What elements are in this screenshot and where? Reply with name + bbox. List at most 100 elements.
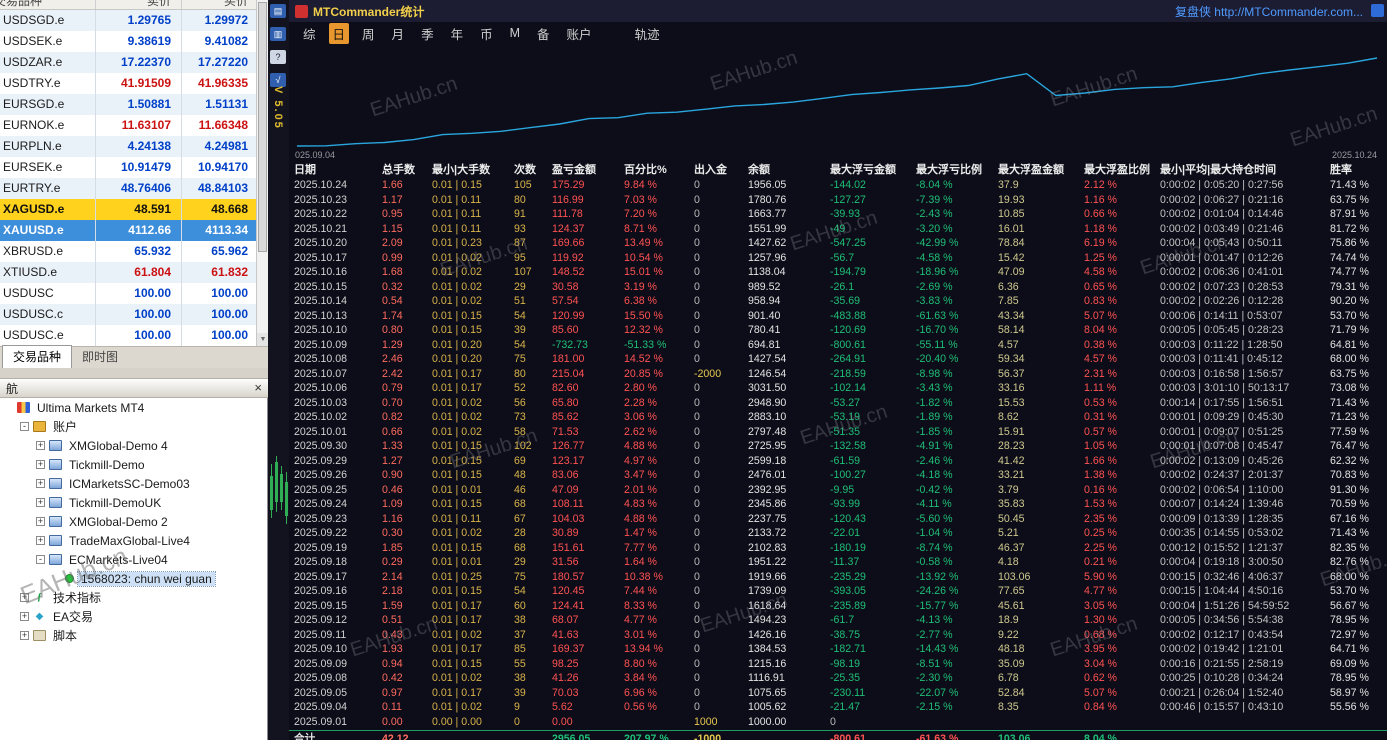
- table-row[interactable]: 2025.10.220.950.01 | 0.1191111.787.20 %0…: [289, 207, 1387, 222]
- window-list-icon[interactable]: ▤: [270, 4, 286, 18]
- table-row[interactable]: 2025.09.191.850.01 | 0.1568151.617.77 %0…: [289, 541, 1387, 556]
- collapse-icon[interactable]: -: [20, 422, 29, 431]
- table-row[interactable]: 2025.09.110.430.01 | 0.023741.633.01 %01…: [289, 628, 1387, 643]
- market-watch-row[interactable]: EURTRY.e48.7640648.84103: [0, 178, 256, 199]
- market-watch-row[interactable]: USDTRY.e41.9150941.96335: [0, 73, 256, 94]
- nav-item[interactable]: +XMGlobal-Demo 2: [0, 512, 268, 531]
- table-row[interactable]: 2025.09.291.270.01 | 0.1569123.174.97 %0…: [289, 454, 1387, 469]
- col-bid[interactable]: 卖价: [96, 0, 182, 10]
- table-row[interactable]: 2025.10.202.090.01 | 0.2387169.6613.49 %…: [289, 236, 1387, 251]
- expand-icon[interactable]: +: [36, 460, 45, 469]
- table-row[interactable]: 2025.10.072.420.01 | 0.1780215.0420.85 %…: [289, 367, 1387, 382]
- table-row[interactable]: 2025.09.241.090.01 | 0.1568108.114.83 %0…: [289, 497, 1387, 512]
- table-row[interactable]: 2025.09.260.900.01 | 0.154883.063.47 %02…: [289, 468, 1387, 483]
- market-watch-row[interactable]: XTIUSD.e61.80461.832: [0, 262, 256, 283]
- table-row[interactable]: 2025.09.120.510.01 | 0.173868.074.77 %01…: [289, 613, 1387, 628]
- market-watch-row[interactable]: EURSEK.e10.9147910.94170: [0, 157, 256, 178]
- table-row[interactable]: 2025.09.101.930.01 | 0.1785169.3713.94 %…: [289, 642, 1387, 657]
- expand-icon[interactable]: +: [20, 593, 29, 602]
- table-row[interactable]: 2025.10.211.150.01 | 0.1193124.378.71 %0…: [289, 222, 1387, 237]
- expand-icon[interactable]: +: [20, 631, 29, 640]
- market-watch-row[interactable]: USDUSC.e100.00100.00: [0, 325, 256, 346]
- table-row[interactable]: 2025.10.150.320.01 | 0.022930.583.19 %09…: [289, 280, 1387, 295]
- table-row[interactable]: 2025.10.091.290.01 | 0.2054-732.73-51.33…: [289, 338, 1387, 353]
- expand-icon[interactable]: +: [20, 612, 29, 621]
- close-icon[interactable]: ×: [254, 382, 262, 394]
- nav-item[interactable]: +XMGlobal-Demo 4: [0, 436, 268, 455]
- market-watch-row[interactable]: EURSGD.e1.508811.51131: [0, 94, 256, 115]
- menu-item-8[interactable]: M: [506, 25, 524, 41]
- nav-item[interactable]: -账户: [0, 417, 268, 436]
- nav-item[interactable]: +TradeMaxGlobal-Live4: [0, 531, 268, 550]
- table-row[interactable]: 2025.09.010.000.00 | 0.0000.0010001000.0…: [289, 715, 1387, 730]
- expand-icon[interactable]: +: [36, 479, 45, 488]
- expand-icon[interactable]: +: [36, 498, 45, 507]
- expand-icon[interactable]: +: [36, 441, 45, 450]
- window-button-icon[interactable]: [1371, 4, 1384, 17]
- market-watch-row[interactable]: USDUSC.c100.00100.00: [0, 304, 256, 325]
- menu-item-5[interactable]: 季: [417, 23, 438, 44]
- table-row[interactable]: 2025.10.140.540.01 | 0.025157.546.38 %09…: [289, 294, 1387, 309]
- table-row[interactable]: 2025.09.301.330.01 | 0.15102126.774.88 %…: [289, 439, 1387, 454]
- table-row[interactable]: 2025.09.040.110.01 | 0.0295.620.56 %0100…: [289, 700, 1387, 715]
- table-row[interactable]: 2025.10.241.660.01 | 0.15105175.299.84 %…: [289, 178, 1387, 193]
- market-watch-row[interactable]: XBRUSD.e65.93265.962: [0, 241, 256, 262]
- table-row[interactable]: 2025.09.231.160.01 | 0.1167104.034.88 %0…: [289, 512, 1387, 527]
- nav-item[interactable]: Ultima Markets MT4: [0, 398, 268, 417]
- menu-item-3[interactable]: 周: [358, 23, 379, 44]
- table-row[interactable]: 2025.10.060.790.01 | 0.175282.602.80 %03…: [289, 381, 1387, 396]
- menu-item-6[interactable]: 年: [447, 23, 468, 44]
- menu-item-7[interactable]: 币: [476, 23, 497, 44]
- menu-item-10[interactable]: 账户: [563, 23, 596, 44]
- market-watch-row[interactable]: USDZAR.e17.2237017.27220: [0, 52, 256, 73]
- table-row[interactable]: 2025.09.050.970.01 | 0.173970.036.96 %01…: [289, 686, 1387, 701]
- table-row[interactable]: 2025.10.231.170.01 | 0.1180116.997.03 %0…: [289, 193, 1387, 208]
- col-ask[interactable]: 买价: [182, 0, 256, 10]
- table-row[interactable]: 2025.09.151.590.01 | 0.1760124.418.33 %0…: [289, 599, 1387, 614]
- table-row[interactable]: 2025.09.172.140.01 | 0.2575180.5710.38 %…: [289, 570, 1387, 585]
- nav-item[interactable]: +Tickmill-Demo: [0, 455, 268, 474]
- title-bar[interactable]: MTCommander统计 复盘侠 http://MTCommander.com…: [289, 0, 1387, 22]
- nav-item[interactable]: +脚本: [0, 626, 268, 645]
- nav-item[interactable]: -ECMarkets-Live04: [0, 550, 268, 569]
- menu-item-9[interactable]: 备: [533, 23, 554, 44]
- menu-item-11[interactable]: 轨迹: [631, 23, 664, 44]
- help-icon[interactable]: ?: [270, 50, 286, 64]
- menu-item-2[interactable]: 日: [329, 23, 350, 44]
- table-row[interactable]: 2025.10.170.990.01 | 0.0295119.9210.54 %…: [289, 251, 1387, 266]
- table-row[interactable]: 2025.09.220.300.01 | 0.022830.891.47 %02…: [289, 526, 1387, 541]
- market-watch-scrollbar[interactable]: ▼: [256, 0, 268, 346]
- menu-item-4[interactable]: 月: [388, 23, 409, 44]
- equity-chart[interactable]: 025.09.04 2025.10.24: [289, 44, 1387, 162]
- market-watch-row[interactable]: USDUSC100.00100.00: [0, 283, 256, 304]
- table-row[interactable]: 2025.10.100.800.01 | 0.153985.6012.32 %0…: [289, 323, 1387, 338]
- market-watch-row[interactable]: XAUUSD.e4112.664113.34: [0, 220, 256, 241]
- table-row[interactable]: 2025.10.010.660.01 | 0.025871.532.62 %02…: [289, 425, 1387, 440]
- market-watch-row[interactable]: EURNOK.e11.6310711.66348: [0, 115, 256, 136]
- expand-icon[interactable]: +: [36, 536, 45, 545]
- table-row[interactable]: 2025.09.080.420.01 | 0.023841.263.84 %01…: [289, 671, 1387, 686]
- chart-window-icon[interactable]: ▥: [270, 27, 286, 41]
- nav-item[interactable]: +Tickmill-DemoUK: [0, 493, 268, 512]
- menu-item-1[interactable]: 综: [299, 23, 320, 44]
- nav-item[interactable]: +ICMarketsSC-Demo03: [0, 474, 268, 493]
- table-row[interactable]: 2025.10.082.460.01 | 0.2075181.0014.52 %…: [289, 352, 1387, 367]
- table-row[interactable]: 2025.10.030.700.01 | 0.025665.802.28 %02…: [289, 396, 1387, 411]
- market-watch-row[interactable]: USDSEK.e9.386199.41082: [0, 31, 256, 52]
- tab-symbols[interactable]: 交易品种: [2, 345, 72, 368]
- nav-item[interactable]: +ƒ技术指标: [0, 588, 268, 607]
- nav-item[interactable]: 1568023: chun wei guan: [0, 569, 268, 588]
- table-row[interactable]: 2025.09.250.460.01 | 0.014647.092.01 %02…: [289, 483, 1387, 498]
- expand-icon[interactable]: +: [36, 517, 45, 526]
- table-row[interactable]: 2025.10.020.820.01 | 0.027385.623.06 %02…: [289, 410, 1387, 425]
- tab-tick-chart[interactable]: 即时图: [72, 346, 128, 368]
- table-row[interactable]: 2025.09.162.180.01 | 0.1554120.457.44 %0…: [289, 584, 1387, 599]
- market-watch-row[interactable]: XAGUSD.e48.59148.668: [0, 199, 256, 220]
- website-link[interactable]: 复盘侠 http://MTCommander.com...: [1175, 3, 1363, 20]
- collapse-icon[interactable]: -: [36, 555, 45, 564]
- nav-item[interactable]: +◆EA交易: [0, 607, 268, 626]
- check-icon[interactable]: √: [270, 73, 286, 87]
- table-row[interactable]: 2025.09.180.290.01 | 0.012931.561.64 %01…: [289, 555, 1387, 570]
- table-row[interactable]: 2025.10.131.740.01 | 0.1554120.9915.50 %…: [289, 309, 1387, 324]
- col-symbol[interactable]: 交易品种: [0, 0, 96, 10]
